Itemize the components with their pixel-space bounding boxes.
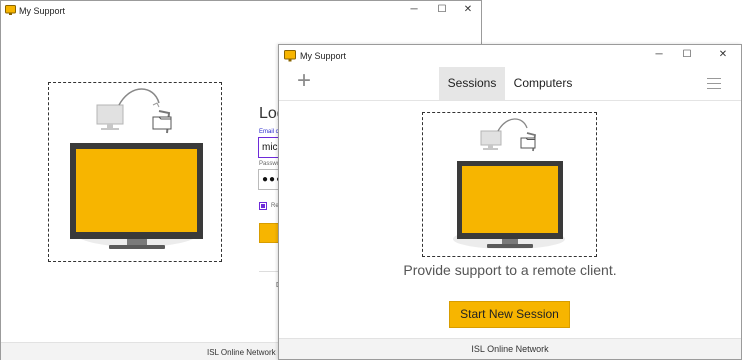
illustration-frame (422, 112, 597, 257)
maximize-button[interactable]: ☐ (432, 4, 452, 15)
back-titlebar: My Support ─ ☐ ✕ (1, 1, 481, 20)
minimize-button[interactable]: ─ (404, 4, 424, 15)
network-status-label: ISL Online Network (207, 348, 276, 357)
password-label: Passwo (259, 161, 281, 167)
close-button[interactable]: ✕ (713, 49, 733, 60)
network-status: ISL Online Network + (207, 347, 286, 358)
network-status: ISL Online Network (471, 344, 549, 354)
provide-support-message: Provide support to a remote client. (403, 262, 617, 278)
start-new-session-button[interactable]: Start New Session (449, 301, 570, 328)
monitor-illustration (453, 118, 565, 249)
minimize-button[interactable]: ─ (649, 49, 669, 60)
app-logo-icon (284, 50, 296, 62)
add-button[interactable]: + (293, 69, 315, 93)
back-window-title: My Support (19, 6, 66, 16)
front-window: My Support ─ ☐ ✕ + Sessions Computers Pr… (278, 44, 742, 360)
remember-checkbox[interactable] (259, 202, 267, 210)
illustration-frame (48, 82, 222, 262)
email-label: Email c (259, 129, 279, 135)
front-titlebar: My Support ─ ☐ ✕ (279, 45, 741, 67)
maximize-button[interactable]: ☐ (677, 49, 697, 60)
hamburger-menu-icon[interactable] (707, 76, 723, 90)
front-window-title: My Support (300, 51, 347, 61)
app-logo-icon (5, 5, 16, 15)
tab-computers[interactable]: Computers (507, 67, 579, 100)
toolbar: + Sessions Computers (279, 67, 741, 101)
tab-sessions[interactable]: Sessions (439, 67, 505, 100)
close-button[interactable]: ✕ (458, 4, 478, 15)
monitor-illustration (70, 88, 203, 249)
